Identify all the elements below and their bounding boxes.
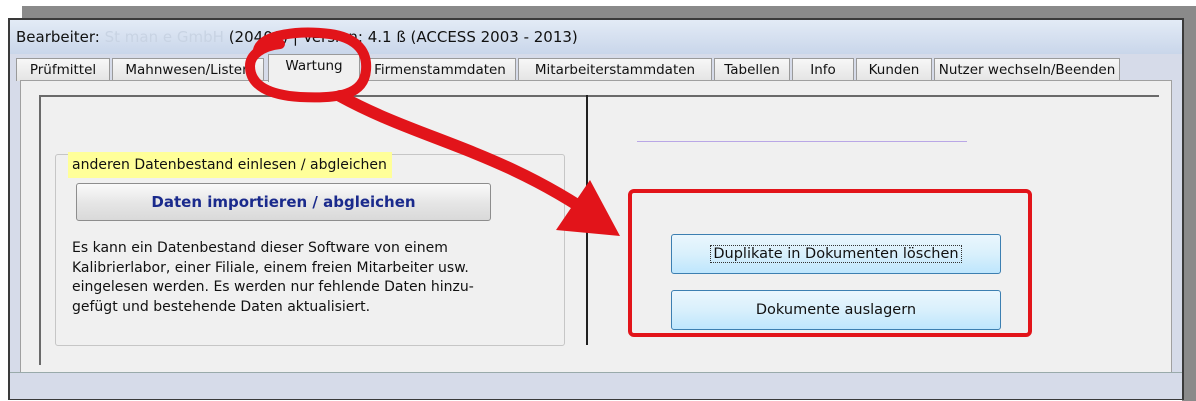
status-bar	[10, 372, 1182, 399]
tab-nutzer-wechseln-beenden[interactable]: Nutzer wechseln/Beenden	[934, 58, 1120, 81]
panel-frame-left	[39, 95, 41, 365]
tab-mahnwesen-listen[interactable]: Mahnwesen/Listen	[112, 58, 264, 81]
title-bar: Bearbeiter: St man e GmbH (20400) | Vers…	[10, 20, 1182, 54]
panel-frame-top	[39, 95, 1159, 97]
tab-info[interactable]: Info	[792, 58, 854, 81]
wartung-panel: anderen Datenbestand einlesen / abgleich…	[20, 80, 1172, 382]
window-shadow-top	[22, 6, 1196, 18]
import-section-header: anderen Datenbestand einlesen / abgleich…	[68, 152, 392, 178]
section-divider	[586, 95, 588, 345]
tab-bar: Prüfmittel Mahnwesen/Listen Wartung Firm…	[16, 54, 1176, 82]
tab-mitarbeiterstammdaten[interactable]: Mitarbeiterstammdaten	[518, 58, 712, 81]
tab-pruefmittel[interactable]: Prüfmittel	[16, 58, 110, 81]
title-prefix: Bearbeiter:	[16, 28, 105, 46]
tab-kunden[interactable]: Kunden	[856, 58, 932, 81]
title-version: (20400) | Version: 4.1 ß (ACCESS 2003 - …	[223, 28, 578, 46]
tab-wartung[interactable]: Wartung	[268, 54, 360, 82]
import-description: Es kann ein Datenbestand dieser Software…	[72, 240, 474, 315]
application-window: Bearbeiter: St man e GmbH (20400) | Vers…	[8, 18, 1184, 400]
title-user-blurred: St man e GmbH	[104, 28, 224, 46]
delete-duplicates-button[interactable]: Duplikate in Dokumenten löschen	[671, 234, 1001, 274]
import-data-button[interactable]: Daten importieren / abgleichen	[76, 183, 491, 221]
archive-documents-button[interactable]: Dokumente auslagern	[671, 290, 1001, 330]
delete-duplicates-label: Duplikate in Dokumenten löschen	[710, 245, 962, 263]
decorative-line	[637, 141, 967, 142]
tab-tabellen[interactable]: Tabellen	[714, 58, 790, 81]
tab-firmenstammdaten[interactable]: Firmenstammdaten	[364, 58, 516, 81]
window-shadow-right	[1182, 6, 1196, 401]
